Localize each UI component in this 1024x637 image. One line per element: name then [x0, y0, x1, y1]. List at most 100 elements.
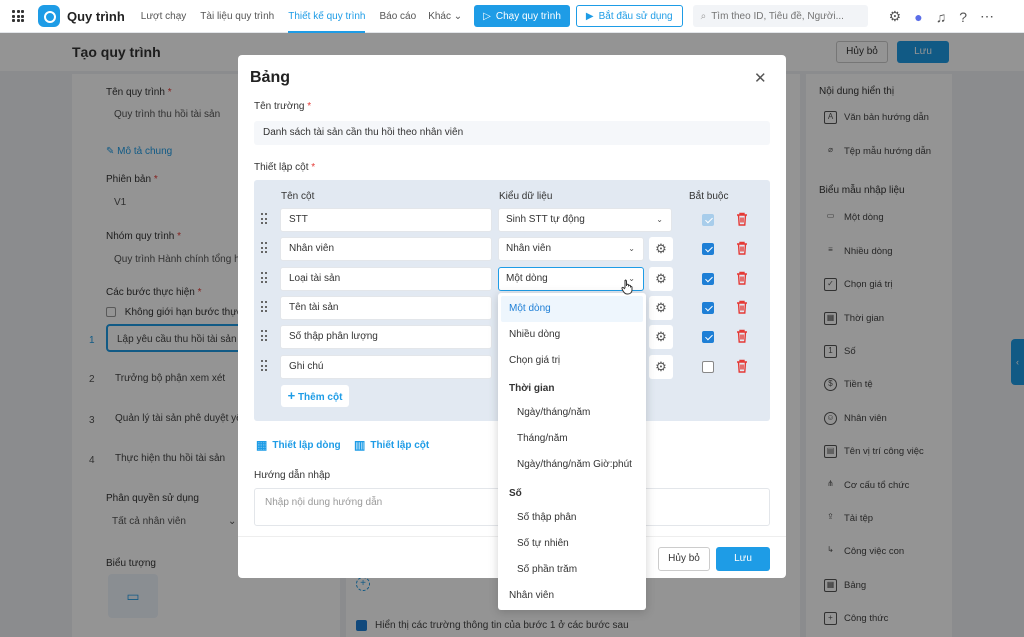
- trash-icon[interactable]: [736, 300, 748, 314]
- required-checkbox[interactable]: [702, 273, 714, 285]
- run-process-label: Chạy quy trình: [495, 10, 561, 22]
- field-name-label: Tên trường *: [254, 101, 312, 112]
- column-name-input[interactable]: Loại tài sản: [280, 267, 492, 291]
- column-name-input[interactable]: STT: [280, 208, 492, 232]
- columns-label: Thiết lập cột *: [254, 162, 316, 173]
- trash-icon[interactable]: [736, 241, 748, 255]
- top-navigation-bar: Quy trình Lượt chạy Tài liệu quy trình T…: [0, 0, 1024, 33]
- column-type-select[interactable]: Sinh STT tự động ⌄: [498, 208, 672, 232]
- option-percent[interactable]: Số phần trăm: [498, 557, 646, 583]
- row-settings-label: Thiết lập dòng: [272, 439, 341, 451]
- column-name-input[interactable]: Ghi chú: [280, 355, 492, 379]
- help-icon[interactable]: ?: [959, 9, 967, 25]
- more-icon[interactable]: ⋯: [980, 8, 994, 25]
- gear-icon[interactable]: ⚙: [649, 296, 673, 320]
- app-logo-icon: [38, 5, 60, 27]
- chat-icon[interactable]: ●: [914, 9, 922, 25]
- nav-documents[interactable]: Tài liệu quy trình: [200, 0, 274, 33]
- start-using-label: Bắt đầu sử dụng: [598, 10, 673, 22]
- field-name-label-text: Tên trường: [254, 101, 305, 112]
- option-month-year[interactable]: Tháng/năm: [498, 426, 646, 452]
- header-column-name: Tên cột: [281, 191, 315, 202]
- nav-more[interactable]: Khác ⌄: [428, 0, 462, 33]
- required-checkbox[interactable]: [702, 302, 714, 314]
- required-checkbox: [702, 214, 714, 226]
- column-settings-link[interactable]: ▥ Thiết lập cột: [354, 438, 429, 452]
- modal-title: Bảng: [250, 69, 290, 86]
- drag-handle-icon[interactable]: [261, 242, 267, 254]
- chevron-down-icon: ⌄: [656, 215, 663, 224]
- close-icon[interactable]: ✕: [754, 69, 767, 87]
- drag-handle-icon[interactable]: [261, 213, 267, 225]
- nav-runs[interactable]: Lượt chạy: [141, 0, 187, 33]
- column-type-select[interactable]: Nhân viên ⌄: [498, 237, 644, 261]
- required-checkbox[interactable]: [702, 331, 714, 343]
- option-single-line[interactable]: Một dòng: [501, 296, 643, 322]
- search-icon: ⌕: [700, 10, 707, 22]
- search-box[interactable]: ⌕: [692, 5, 868, 27]
- required-checkbox[interactable]: [702, 243, 714, 255]
- apps-grid-icon[interactable]: [12, 10, 24, 22]
- modal-save-button[interactable]: Lưu: [716, 547, 770, 571]
- app-title: Quy trình: [67, 8, 125, 24]
- column-name-input[interactable]: Nhân viên: [280, 237, 492, 261]
- option-datetime[interactable]: Ngày/tháng/năm Giờ:phút: [498, 452, 646, 478]
- nav-design[interactable]: Thiết kế quy trình: [288, 0, 366, 33]
- play-circle-icon: ▶: [585, 10, 594, 22]
- trash-icon[interactable]: [736, 359, 748, 373]
- add-column-button[interactable]: + Thêm cột: [281, 385, 349, 407]
- header-required: Bắt buộc: [689, 191, 729, 202]
- play-icon: ▷: [483, 10, 491, 22]
- drag-handle-icon[interactable]: [261, 272, 267, 284]
- option-multi-line[interactable]: Nhiều dòng: [498, 322, 646, 348]
- settings-icon[interactable]: ⚙: [889, 8, 902, 25]
- column-type-value: Sinh STT tự động: [506, 214, 585, 225]
- option-decimal[interactable]: Số thập phân: [498, 505, 646, 531]
- group-number: Số: [509, 488, 522, 499]
- option-integer[interactable]: Số tự nhiên: [498, 531, 646, 557]
- column-type-value: Một dòng: [506, 273, 548, 284]
- nav-reports[interactable]: Báo cáo: [379, 0, 416, 33]
- column-name-input[interactable]: Số thập phân lượng: [280, 325, 492, 349]
- run-process-button[interactable]: ▷ Chạy quy trình: [474, 5, 570, 27]
- gear-icon[interactable]: ⚙: [649, 267, 673, 291]
- guide-label: Hướng dẫn nhập: [254, 470, 331, 481]
- header-data-type: Kiểu dữ liệu: [499, 191, 553, 202]
- option-select-value[interactable]: Chọn giá trị: [498, 348, 646, 374]
- search-input[interactable]: [711, 10, 852, 22]
- drag-handle-icon[interactable]: [261, 330, 267, 342]
- drag-handle-icon[interactable]: [261, 360, 267, 372]
- row-settings-link[interactable]: ▦ Thiết lập dòng: [256, 438, 341, 452]
- table-column-icon: ▥: [354, 438, 366, 452]
- gear-icon[interactable]: ⚙: [649, 325, 673, 349]
- gear-icon[interactable]: ⚙: [649, 355, 673, 379]
- gear-icon[interactable]: ⚙: [649, 237, 673, 261]
- field-name-input[interactable]: Danh sách tài sản cần thu hồi theo nhân …: [254, 121, 770, 145]
- column-type-value: Nhân viên: [506, 243, 552, 254]
- columns-label-text: Thiết lập cột: [254, 162, 309, 173]
- trash-icon[interactable]: [736, 329, 748, 343]
- option-employee[interactable]: Nhân viên: [498, 583, 646, 609]
- data-type-dropdown: Một dòng Nhiều dòng Chọn giá trị Thời gi…: [498, 293, 646, 610]
- plus-icon: +: [287, 388, 296, 403]
- table-row-icon: ▦: [256, 438, 268, 452]
- start-using-button[interactable]: ▶ Bắt đầu sử dụng: [575, 5, 683, 27]
- table-row: STT Sinh STT tự động ⌄: [254, 208, 770, 232]
- trash-icon[interactable]: [736, 212, 748, 226]
- bell-icon[interactable]: ♫: [936, 9, 947, 25]
- required-checkbox[interactable]: [702, 361, 714, 373]
- column-name-input[interactable]: Tên tài sản: [280, 296, 492, 320]
- table-row: Nhân viên Nhân viên ⌄ ⚙: [254, 237, 770, 261]
- modal-cancel-button[interactable]: Hủy bỏ: [658, 547, 710, 571]
- add-column-label: Thêm cột: [297, 392, 343, 403]
- nav-more-label: Khác: [428, 10, 451, 22]
- drag-handle-icon[interactable]: [261, 301, 267, 313]
- option-date[interactable]: Ngày/tháng/năm: [498, 400, 646, 426]
- chevron-down-icon: ⌄: [628, 244, 635, 253]
- chevron-down-icon: ⌄: [453, 10, 463, 22]
- trash-icon[interactable]: [736, 271, 748, 285]
- table-row: Loại tài sản Một dòng ⌄ ⚙: [254, 267, 770, 291]
- top-icons: ⚙ ● ♫ ? ⋯: [889, 0, 994, 33]
- column-settings-label: Thiết lập cột: [370, 439, 430, 451]
- hand-cursor-icon: [621, 279, 633, 295]
